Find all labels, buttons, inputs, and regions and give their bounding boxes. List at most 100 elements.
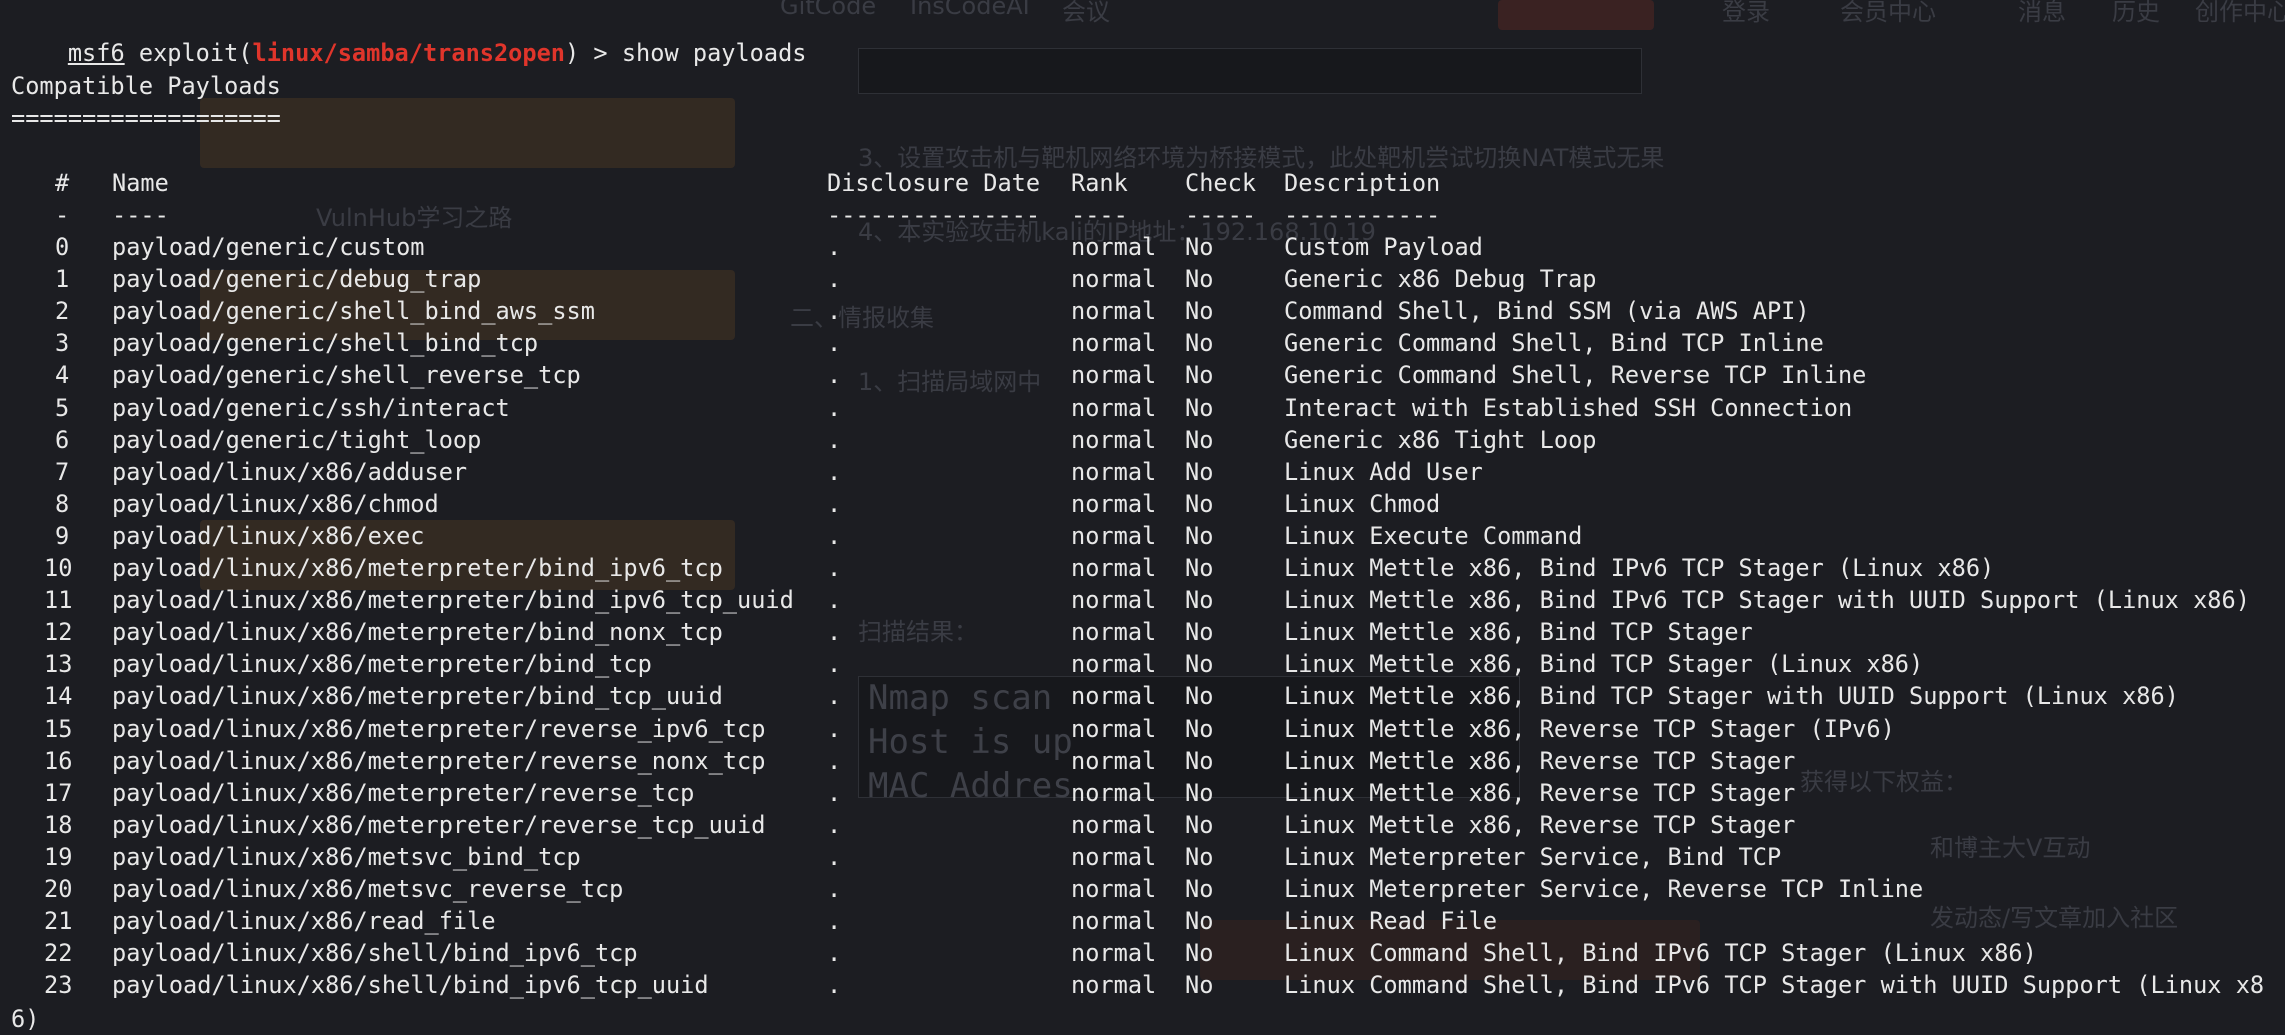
dash-num: - <box>55 201 70 229</box>
row-name: payload/generic/custom <box>112 233 425 261</box>
row-check: No <box>1185 907 1214 936</box>
row-check: No <box>1185 778 1214 807</box>
row-num: 0 <box>55 233 70 261</box>
row-description: Command Shell, Bind SSM (via AWS API) <box>1284 297 1810 326</box>
row-name: payload/linux/x86/meterpreter/bind_ipv6_… <box>112 586 794 615</box>
table-row: 3 payload/generic/shell_bind_tcp. normal No… <box>0 327 2285 359</box>
row-rank: normal <box>1071 939 1157 968</box>
header-rank: Rank <box>1071 169 1128 197</box>
row-rank: normal <box>1071 329 1157 358</box>
row-rank: normal <box>1071 393 1157 422</box>
row-check: No <box>1185 875 1214 903</box>
row-disclosure-date: . <box>827 393 842 422</box>
row-num: 6 <box>55 425 70 454</box>
row-num: 20 <box>44 875 73 903</box>
row-description: Linux Chmod <box>1284 489 1441 518</box>
row-check: No <box>1185 393 1214 422</box>
row-disclosure-date: . <box>827 457 842 486</box>
row-disclosure-date: . <box>827 329 842 358</box>
dash-description: ----------- <box>1284 201 1441 229</box>
dash-check: ----- <box>1185 201 1257 229</box>
dash-rank: ---- <box>1071 201 1128 229</box>
row-rank: normal <box>1071 618 1157 647</box>
row-rank: normal <box>1071 907 1157 936</box>
row-num: 3 <box>55 329 70 358</box>
section-rule: =================== <box>11 104 281 132</box>
row-check: No <box>1185 457 1214 486</box>
command-prompt-line: msf6 exploit(linux/samba/trans2open) > s… <box>11 5 807 67</box>
row-num: 5 <box>55 393 70 422</box>
row-description: Linux Meterpreter Service, Reverse TCP I… <box>1284 875 1924 903</box>
row-disclosure-date: . <box>827 650 842 679</box>
row-check: No <box>1185 297 1214 326</box>
table-row: 8 payload/linux/x86/chmod. normal No Linux C… <box>0 488 2285 520</box>
row-num: 7 <box>55 457 70 486</box>
row-name: payload/generic/debug_trap <box>112 265 482 294</box>
row-name: payload/linux/x86/chmod <box>112 489 439 518</box>
row-disclosure-date: . <box>827 297 842 326</box>
row-disclosure-date: . <box>827 265 842 294</box>
row-num: 14 <box>44 682 73 711</box>
row-disclosure-date: . <box>827 939 842 968</box>
row-num: 2 <box>55 297 70 326</box>
row-name: payload/generic/shell_bind_tcp <box>112 329 539 358</box>
row-disclosure-date: . <box>827 489 842 518</box>
row-check: No <box>1185 939 1214 968</box>
table-row: 0 payload/generic/custom. normal No Custom P… <box>0 231 2285 263</box>
command-text: show payloads <box>621 39 807 68</box>
table-row: 16 payload/linux/x86/meterpreter/reverse_… <box>0 745 2285 777</box>
row-rank: normal <box>1071 425 1157 454</box>
row-name: payload/linux/x86/shell/bind_ipv6_tcp <box>112 939 638 968</box>
row-rank: normal <box>1071 586 1157 615</box>
row-rank: normal <box>1071 521 1157 550</box>
table-row: 5 payload/generic/ssh/interact. normal No In… <box>0 392 2285 424</box>
row-name: payload/linux/x86/meterpreter/reverse_tc… <box>112 778 695 807</box>
row-num: 22 <box>44 939 73 968</box>
table-row: 1 payload/generic/debug_trap. normal No Gene… <box>0 263 2285 295</box>
terminal-window[interactable]: msf6 exploit(linux/samba/trans2open) > s… <box>0 0 2285 1033</box>
row-num: 21 <box>44 907 73 936</box>
row-num: 18 <box>44 810 73 839</box>
row-name: payload/linux/x86/meterpreter/bind_tcp <box>112 650 652 679</box>
row-num: 15 <box>44 714 73 743</box>
row-disclosure-date: . <box>827 778 842 807</box>
table-row: 21 payload/linux/x86/read_file. normal No Li… <box>0 905 2285 937</box>
row-name: payload/linux/x86/meterpreter/bind_nonx_… <box>112 618 723 647</box>
row-disclosure-date: . <box>827 714 842 743</box>
row-disclosure-date: . <box>827 521 842 550</box>
row-num: 23 <box>44 971 73 1000</box>
row-description: Linux Meterpreter Service, Bind TCP <box>1284 842 1782 871</box>
table-row: 20 payload/linux/x86/metsvc_reverse_tcp. n… <box>0 873 2285 905</box>
row-disclosure-date: . <box>827 554 842 582</box>
row-rank: normal <box>1071 875 1157 903</box>
row-num: 19 <box>44 842 73 871</box>
row-description: Linux Execute Command <box>1284 521 1583 550</box>
header-num: # <box>55 169 70 197</box>
table-row: 12 payload/linux/x86/meterpreter/bind_non… <box>0 616 2285 648</box>
table-row: 17 payload/linux/x86/meterpreter/reverse_… <box>0 777 2285 809</box>
table-row: 23 payload/linux/x86/shell/bind_ipv6_tcp_… <box>0 969 2285 1001</box>
row-check: No <box>1185 650 1214 679</box>
table-row: 9 payload/linux/x86/exec. normal No Linux Ex… <box>0 520 2285 552</box>
row-description: Linux Command Shell, Bind IPv6 TCP Stage… <box>1284 939 2037 968</box>
row-name: payload/generic/shell_bind_aws_ssm <box>112 297 595 326</box>
header-date: Disclosure Date <box>827 169 1041 197</box>
header-description: Description <box>1284 169 1441 197</box>
table-row: 14 payload/linux/x86/meterpreter/bind_tcp… <box>0 680 2285 712</box>
row-name: payload/generic/ssh/interact <box>112 393 510 422</box>
row-description: Linux Mettle x86, Bind TCP Stager with U… <box>1284 682 2179 711</box>
row-check: No <box>1185 586 1214 615</box>
row-num: 11 <box>44 586 73 615</box>
row-num: 4 <box>55 361 70 390</box>
row-num: 17 <box>44 778 73 807</box>
row-disclosure-date: . <box>827 842 842 871</box>
row-num: 10 <box>44 554 73 582</box>
row-check: No <box>1185 971 1214 1000</box>
table-header: # Name Disclosure Date Rank Check Descri… <box>0 167 2285 199</box>
row-disclosure-date: . <box>827 233 842 261</box>
row-description: Linux Read File <box>1284 907 1498 936</box>
row-name: payload/generic/tight_loop <box>112 425 482 454</box>
dash-date: --------------- <box>827 201 1041 229</box>
header-check: Check <box>1185 169 1257 197</box>
wrapped-line-tail: 6) <box>11 1005 40 1033</box>
